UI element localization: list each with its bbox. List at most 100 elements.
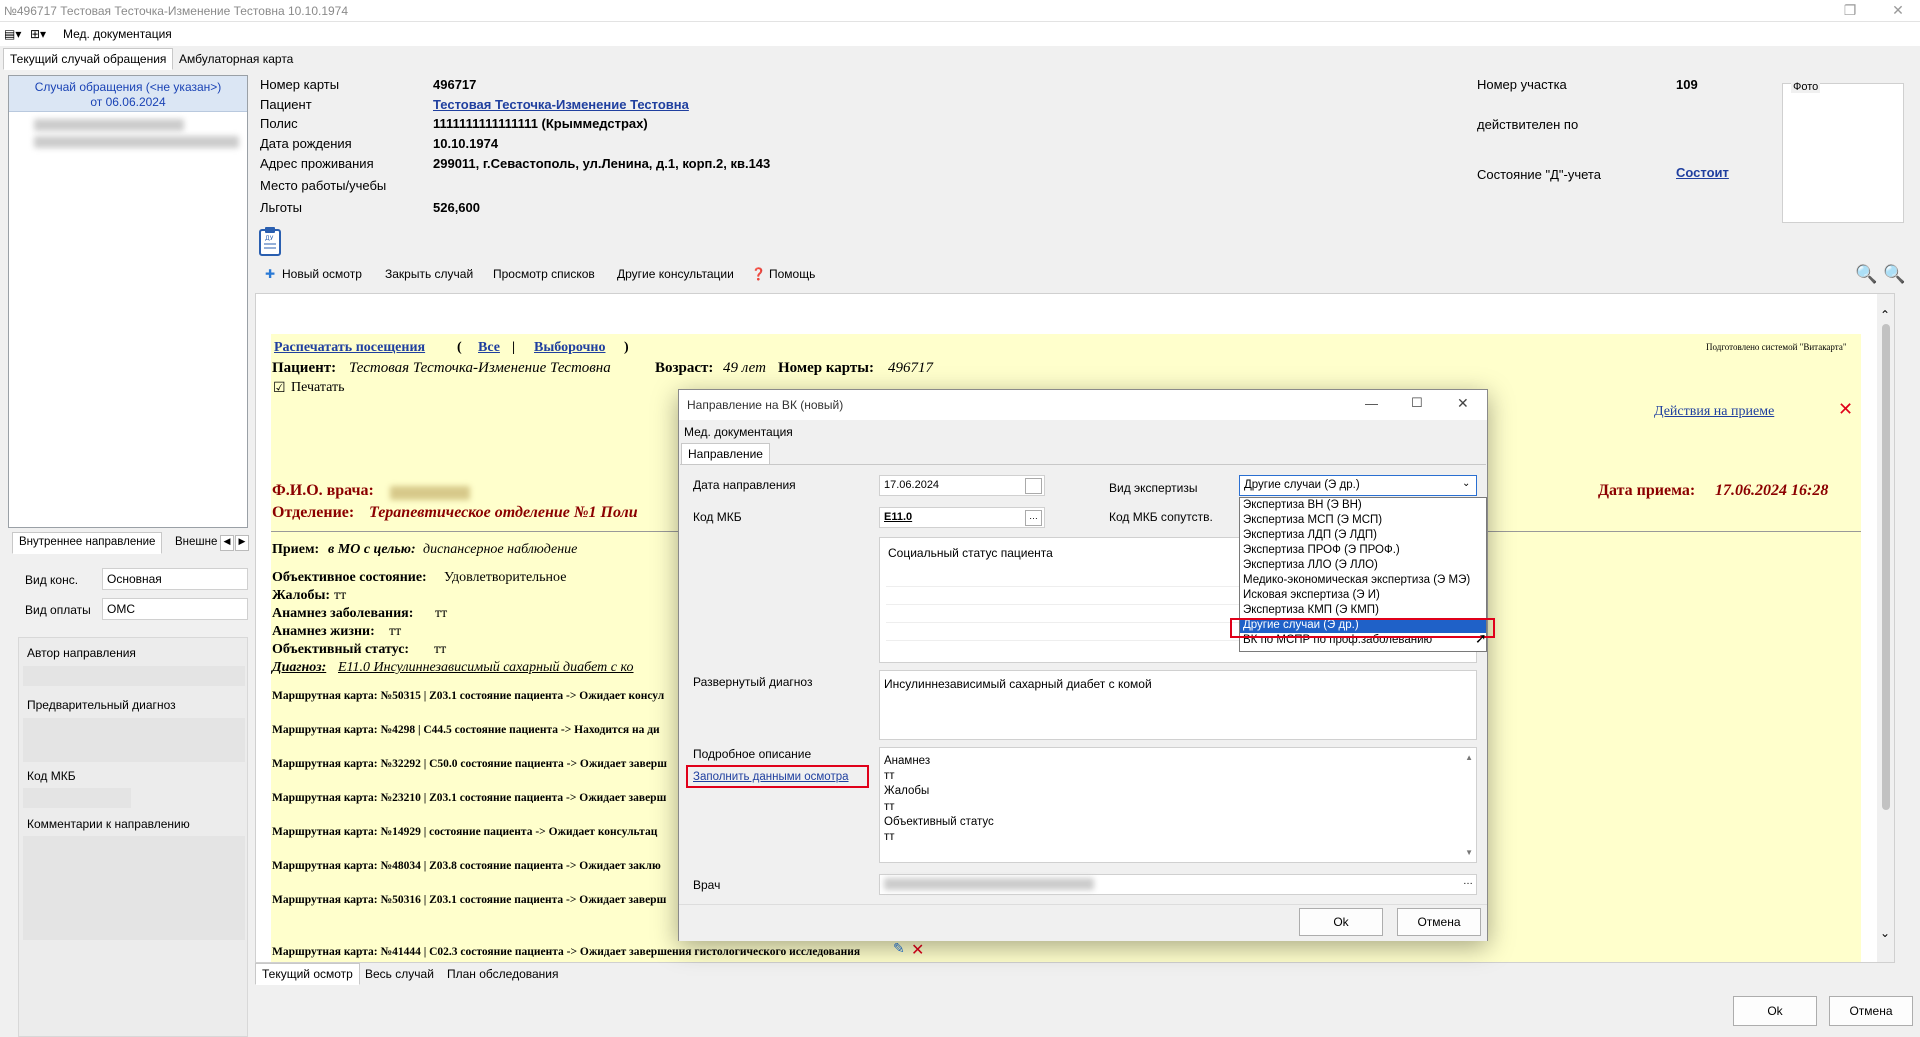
date-input[interactable]: 17.06.2024 xyxy=(879,475,1045,496)
dialog-cancel-button[interactable]: Отмена xyxy=(1397,908,1481,936)
dropdown-option[interactable]: Экспертиза МСП (Э МСП) xyxy=(1240,513,1486,528)
vid-oplaty-input[interactable]: ОМС xyxy=(102,598,248,620)
main-tabs: Текущий случай обращения Амбулаторная ка… xyxy=(0,48,1920,70)
edit-icon[interactable]: ✎ xyxy=(893,941,905,958)
doc-menu-icon[interactable]: ▤▾ xyxy=(4,27,21,41)
case-header-line2: от 06.06.2024 xyxy=(90,95,166,109)
tab-scroll-right-icon[interactable]: ▶ xyxy=(235,535,249,551)
vid-kons-label: Вид конс. xyxy=(25,573,79,587)
tab-scroll-left-icon[interactable]: ◀ xyxy=(220,535,234,551)
date-label: Дата направления xyxy=(693,478,796,492)
polis-value: 1111111111111111 (Крыммедстрах) xyxy=(433,116,648,131)
address-value: 299011, г.Севастополь, ул.Ленина, д.1, к… xyxy=(433,156,771,171)
other-consults-button[interactable]: Другие консультации xyxy=(617,267,734,281)
restore-icon[interactable]: ❐ xyxy=(1830,0,1870,22)
dob-value: 10.10.1974 xyxy=(433,136,499,151)
tree-menu-icon[interactable]: ⊞▾ xyxy=(30,27,46,41)
close-case-button[interactable]: Закрыть случай xyxy=(385,267,473,281)
dropdown-option[interactable]: Экспертиза ЛДП (Э ЛДП) xyxy=(1240,528,1486,543)
route-card: Маршрутная карта: №50315 | Z03.1 состоян… xyxy=(272,690,665,702)
vid-kons-input[interactable]: Основная xyxy=(102,568,248,590)
close-icon[interactable]: ✕ xyxy=(1878,0,1918,22)
district-value: 109 xyxy=(1676,77,1698,92)
expanded-diag-input[interactable]: Инсулиннезависимый сахарный диабет с ком… xyxy=(879,670,1477,740)
case-header[interactable]: Случай обращения (<не указан>) от 06.06.… xyxy=(9,76,247,112)
delete-icon[interactable]: ✕ xyxy=(911,940,924,960)
dropdown-option[interactable]: Экспертиза КМП (Э КМП) xyxy=(1240,603,1486,618)
doctor-label: Ф.И.О. врача: xyxy=(272,482,374,499)
tab-exam-plan[interactable]: План обследования xyxy=(440,963,566,985)
chevron-down-icon[interactable]: ⌄ xyxy=(1462,478,1470,489)
zoom-in-icon[interactable]: 🔍 xyxy=(1855,264,1877,285)
tab-current-case[interactable]: Текущий случай обращения xyxy=(3,48,174,70)
tab-external-referral[interactable]: Внешне xyxy=(168,532,224,554)
comment-field[interactable] xyxy=(23,836,245,940)
new-exam-button[interactable]: Новый осмотр xyxy=(282,267,362,281)
obj-value: Удовлетворительное xyxy=(444,570,567,585)
district-label: Номер участка xyxy=(1477,77,1567,92)
d-status-link[interactable]: Состоит xyxy=(1676,165,1729,180)
scroll-up-icon[interactable]: ▲ xyxy=(1465,750,1473,765)
dropdown-option[interactable]: Экспертиза ЛЛО (Э ЛЛО) xyxy=(1240,558,1486,573)
scroll-down-icon[interactable]: ⌄ xyxy=(1880,926,1890,940)
report-scrollbar[interactable]: ⌃ ⌄ xyxy=(1877,294,1894,962)
expertise-type-label: Вид экспертизы xyxy=(1109,481,1198,495)
dropdown-option[interactable]: Исковая экспертиза (Э И) xyxy=(1240,588,1486,603)
anamnesis-disease-label: Анамнез заболевания: xyxy=(272,606,414,621)
window-title: №496717 Тестовая Тесточка-Изменение Тест… xyxy=(4,4,349,18)
d-status-label: Состояние "Д"-учета xyxy=(1477,167,1601,182)
detailed-desc-input[interactable]: Анамнез тт Жалобы тт Объективный статус … xyxy=(879,747,1477,863)
print-visits-link[interactable]: Распечатать посещения xyxy=(274,340,425,356)
report-card: 496717 xyxy=(888,360,933,376)
main-cancel-button[interactable]: Отмена xyxy=(1829,996,1913,1026)
clipboard-du-icon[interactable]: ДУ xyxy=(258,226,282,256)
mkb-input[interactable]: E11.0 xyxy=(879,507,1045,528)
dept-label: Отделение: xyxy=(272,504,355,521)
dialog-med-docs-menu[interactable]: Мед. документация xyxy=(684,425,793,439)
tab-internal-referral[interactable]: Внутреннее направление xyxy=(12,532,163,554)
close-x-icon[interactable]: ✕ xyxy=(1838,399,1853,420)
desc-line: Объективный статус xyxy=(884,815,994,828)
author-field[interactable] xyxy=(23,666,245,686)
main-ok-button[interactable]: Ok xyxy=(1733,996,1817,1026)
help-button[interactable]: Помощь xyxy=(769,267,815,281)
help-icon[interactable]: ❓ xyxy=(751,267,766,281)
actions-link[interactable]: Действия на приеме xyxy=(1654,404,1774,420)
dialog-minimize-icon[interactable]: — xyxy=(1365,396,1378,411)
scroll-down-icon[interactable]: ▼ xyxy=(1465,845,1473,860)
print-checkbox[interactable]: ☑ xyxy=(273,380,286,397)
dropdown-option[interactable]: Экспертиза ВН (Э ВН) xyxy=(1240,498,1486,513)
dropdown-option[interactable]: Медико-экономическая экспертиза (Э МЭ) xyxy=(1240,573,1486,588)
prelim-diag-field[interactable] xyxy=(23,718,245,762)
report-age: 49 лет xyxy=(723,360,766,376)
patient-name-link[interactable]: Тестовая Тесточка-Изменение Тестовна xyxy=(433,97,689,112)
case-list-panel: Случай обращения (<не указан>) от 06.06.… xyxy=(8,75,248,528)
tab-outpatient-card[interactable]: Амбулаторная карта xyxy=(172,48,300,70)
doctor-picker-button[interactable]: … xyxy=(1463,876,1473,887)
desc-line: тт xyxy=(884,831,895,844)
dialog-ok-button[interactable]: Ok xyxy=(1299,908,1383,936)
dialog-maximize-icon[interactable]: ☐ xyxy=(1411,395,1423,411)
calendar-icon[interactable] xyxy=(1025,478,1042,494)
dialog-close-icon[interactable]: ✕ xyxy=(1457,395,1469,412)
dropdown-option[interactable]: Экспертиза ПРОФ (Э ПРОФ.) xyxy=(1240,543,1486,558)
mkb-field[interactable] xyxy=(23,788,131,808)
expertise-type-select[interactable]: Другие случаи (Э др.) xyxy=(1239,475,1477,496)
vid-oplaty-label: Вид оплаты xyxy=(25,603,91,617)
photo-box[interactable]: Фото xyxy=(1782,81,1904,223)
tab-current-exam[interactable]: Текущий осмотр xyxy=(255,963,360,985)
mkb-picker-button[interactable]: … xyxy=(1025,510,1042,526)
exam-tabs: Текущий осмотр Весь случай План обследов… xyxy=(255,963,855,985)
doctor-input[interactable]: … xyxy=(879,874,1477,895)
comment-label: Комментарии к направлению xyxy=(27,817,190,831)
med-docs-menu[interactable]: Мед. документация xyxy=(63,27,172,41)
tab-whole-case[interactable]: Весь случай xyxy=(358,963,441,985)
view-lists-button[interactable]: Просмотр списков xyxy=(493,267,595,281)
scroll-thumb[interactable] xyxy=(1882,324,1890,810)
plus-icon[interactable]: ✚ xyxy=(265,267,275,281)
dialog-tab-referral[interactable]: Направление xyxy=(681,443,770,465)
scroll-up-icon[interactable]: ⌃ xyxy=(1880,308,1890,322)
selective-link[interactable]: Выборочно xyxy=(534,340,605,356)
all-link[interactable]: Все xyxy=(478,340,500,356)
zoom-out-icon[interactable]: 🔍 xyxy=(1883,264,1905,285)
